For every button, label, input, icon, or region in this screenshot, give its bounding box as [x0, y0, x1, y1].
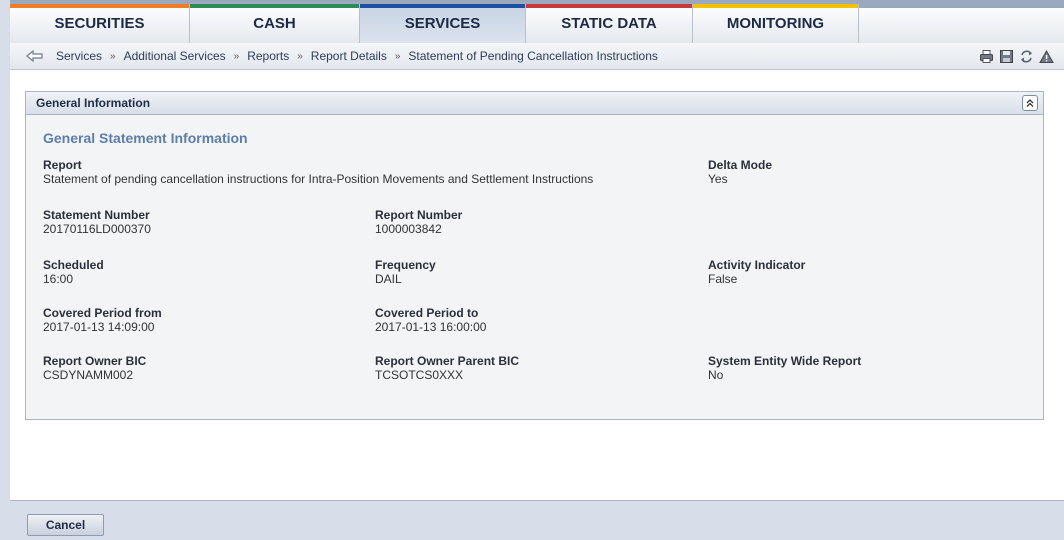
field-value: 2017-01-13 14:09:00: [43, 320, 155, 334]
breadcrumb-item-additional-services[interactable]: Additional Services: [124, 49, 226, 63]
refresh-icon[interactable]: [1019, 49, 1034, 64]
breadcrumb-separator: »: [233, 50, 240, 62]
main-content: General Information General Statement In…: [10, 70, 1064, 500]
tab-label: MONITORING: [726, 15, 825, 32]
field-statement-number: Statement Number 20170116LD000370: [43, 208, 151, 236]
panel-header: General Information: [26, 92, 1043, 115]
field-value: DAIL: [375, 272, 402, 286]
field-label: Report Number: [375, 208, 463, 222]
panel-title: General Information: [36, 96, 151, 110]
tab-stripe: [859, 4, 1064, 8]
breadcrumb-separator: »: [297, 50, 303, 62]
tab-securities[interactable]: SECURITIES: [10, 4, 190, 43]
tab-label: CASH: [253, 15, 296, 32]
field-label: System Entity Wide Report: [708, 354, 862, 368]
tab-cash[interactable]: CASH: [190, 4, 360, 43]
field-value: 1000003842: [375, 222, 442, 236]
field-system-entity-wide-report: System Entity Wide Report No: [708, 354, 861, 382]
field-value: Statement of pending cancellation instru…: [43, 172, 594, 186]
field-report: Report Statement of pending cancellation…: [43, 158, 593, 186]
field-activity-indicator: Activity Indicator False: [708, 258, 805, 286]
breadcrumb-item-reports[interactable]: Reports: [247, 49, 289, 63]
main-nav-bar: SECURITIES CASH SERVICES STATIC DATA MON…: [10, 0, 1064, 43]
print-icon[interactable]: [979, 49, 994, 64]
breadcrumb-item-services[interactable]: Services: [56, 49, 102, 63]
tab-stripe: [360, 4, 525, 8]
tab-stripe: [693, 4, 858, 8]
field-delta-mode: Delta Mode Yes: [708, 158, 772, 186]
tab-label: SECURITIES: [54, 15, 145, 32]
breadcrumb-separator: »: [110, 50, 116, 62]
tab-monitoring[interactable]: MONITORING: [693, 4, 859, 43]
field-value: Yes: [708, 172, 728, 186]
tab-label: STATIC DATA: [561, 15, 657, 32]
field-label: Report: [43, 158, 82, 172]
tab-label: SERVICES: [404, 15, 481, 32]
save-icon[interactable]: [999, 49, 1014, 64]
field-label: Covered Period to: [375, 306, 479, 320]
breadcrumb-separator: »: [394, 50, 401, 62]
field-label: Report Owner Parent BIC: [375, 354, 520, 368]
field-report-owner-parent-bic: Report Owner Parent BIC TCSOTCS0XXX: [375, 354, 519, 382]
field-value: 20170116LD000370: [43, 222, 151, 236]
field-label: Scheduled: [43, 258, 104, 272]
field-label: Delta Mode: [708, 158, 773, 172]
double-chevron-up-icon: [1026, 99, 1034, 107]
back-arrow-icon[interactable]: [26, 49, 44, 63]
field-value: False: [708, 272, 738, 286]
breadcrumb-item-report-details[interactable]: Report Details: [311, 49, 387, 63]
footer-bar: Cancel: [10, 500, 1064, 540]
collapse-button[interactable]: [1022, 95, 1038, 111]
field-report-number: Report Number 1000003842: [375, 208, 462, 236]
field-label: Frequency: [375, 258, 436, 272]
field-value: TCSOTCS0XXX: [375, 368, 464, 382]
field-value: CSDYNAMM002: [43, 368, 134, 382]
field-label: Report Owner BIC: [43, 354, 147, 368]
field-value: No: [708, 368, 724, 382]
tab-services[interactable]: SERVICES: [360, 4, 526, 43]
field-covered-period-from: Covered Period from 2017-01-13 14:09:00: [43, 306, 162, 334]
tab-filler: [859, 4, 1064, 43]
field-frequency: Frequency DAIL: [375, 258, 436, 286]
field-label: Statement Number: [43, 208, 150, 222]
tab-stripe: [190, 4, 359, 8]
main-nav-tabs: SECURITIES CASH SERVICES STATIC DATA MON…: [10, 4, 1064, 43]
field-report-owner-bic: Report Owner BIC CSDYNAMM002: [43, 354, 146, 382]
field-value: 2017-01-13 16:00:00: [375, 320, 487, 334]
section-title: General Statement Information: [43, 130, 248, 146]
field-covered-period-to: Covered Period to 2017-01-13 16:00:00: [375, 306, 486, 334]
cancel-button[interactable]: Cancel: [27, 514, 104, 536]
field-label: Activity Indicator: [708, 258, 806, 272]
general-information-panel: General Information General Statement In…: [25, 91, 1044, 420]
page-tools: [979, 49, 1054, 64]
tab-static-data[interactable]: STATIC DATA: [526, 4, 693, 43]
field-value: 16:00: [43, 272, 74, 286]
field-scheduled: Scheduled 16:00: [43, 258, 104, 286]
alert-icon[interactable]: [1039, 49, 1054, 64]
breadcrumb-item-current: Statement of Pending Cancellation Instru…: [408, 49, 658, 63]
breadcrumb: Services » Additional Services » Reports…: [10, 43, 1064, 70]
tab-stripe: [10, 4, 189, 8]
tab-stripe: [526, 4, 692, 8]
field-label: Covered Period from: [43, 306, 162, 320]
